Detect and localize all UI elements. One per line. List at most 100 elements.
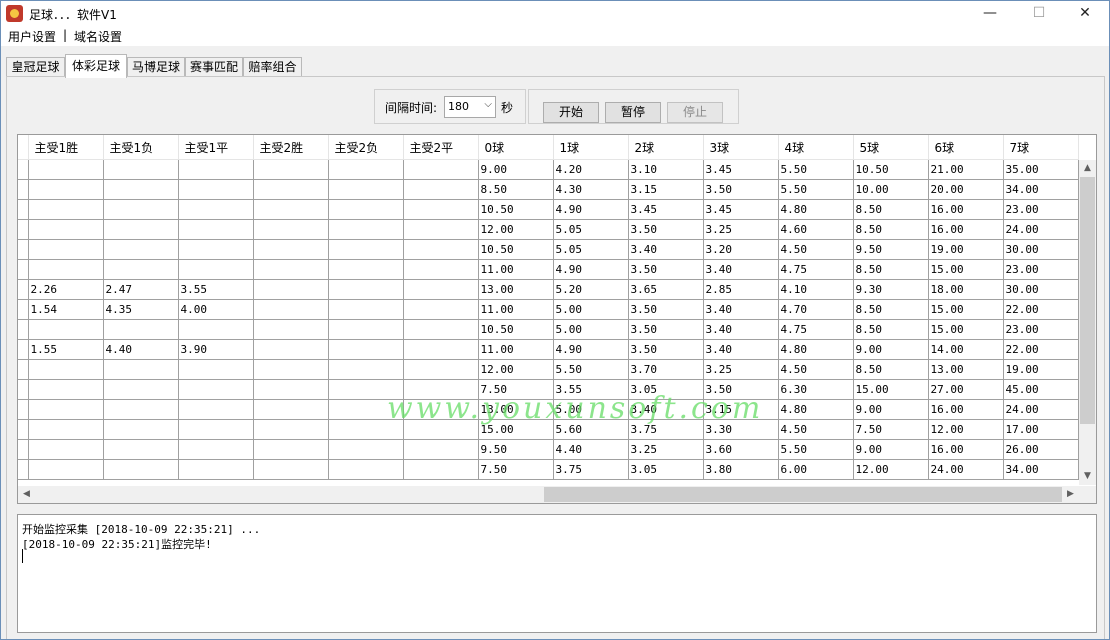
table-cell[interactable]: 30.00 [1003, 239, 1079, 260]
table-cell[interactable]: 5.00 [553, 399, 629, 420]
table-cell[interactable] [178, 179, 254, 200]
row-header[interactable] [18, 259, 29, 280]
table-row[interactable]: 15.00 5.60 3.75 3.30 4.50 7.50 12.00 17.00 [18, 419, 1079, 440]
table-cell[interactable] [178, 379, 254, 400]
table-cell[interactable]: 3.05 [628, 459, 704, 480]
table-cell[interactable] [403, 379, 479, 400]
table-cell[interactable]: 4.90 [553, 199, 629, 220]
table-cell[interactable]: 10.50 [853, 159, 929, 180]
table-cell[interactable] [403, 299, 479, 320]
table-cell[interactable]: 9.30 [853, 279, 929, 300]
table-cell[interactable] [28, 199, 104, 220]
table-row[interactable]: 2.26 2.47 3.55 13.00 5.20 3.65 2.85 4.10 9.30 18.… [18, 279, 1079, 300]
table-cell[interactable]: 16.00 [928, 199, 1004, 220]
column-header[interactable]: 主受2胜 [253, 135, 329, 160]
table-cell[interactable] [403, 439, 479, 460]
table-cell[interactable]: 4.75 [778, 259, 854, 280]
table-cell[interactable] [253, 359, 329, 380]
table-cell[interactable]: 15.00 [928, 319, 1004, 340]
table-cell[interactable]: 15.00 [928, 299, 1004, 320]
table-cell[interactable] [178, 259, 254, 280]
table-cell[interactable] [328, 459, 404, 480]
table-cell[interactable] [253, 199, 329, 220]
pause-button[interactable]: 暂停 [605, 102, 661, 123]
table-row[interactable]: 12.00 5.05 3.50 3.25 4.60 8.50 16.00 24.00 [18, 219, 1079, 240]
row-header[interactable] [18, 179, 29, 200]
title-bar[interactable]: 足球．．．软件V1 — ☐ ✕ [1, 1, 1109, 26]
table-cell[interactable]: 3.55 [553, 379, 629, 400]
table-cell[interactable]: 3.50 [628, 259, 704, 280]
table-cell[interactable] [328, 439, 404, 460]
table-cell[interactable]: 19.00 [928, 239, 1004, 260]
vertical-scroll-thumb[interactable] [1080, 177, 1095, 424]
table-cell[interactable] [103, 239, 179, 260]
table-cell[interactable]: 3.40 [628, 399, 704, 420]
row-header[interactable] [18, 199, 29, 220]
table-cell[interactable]: 4.10 [778, 279, 854, 300]
table-row[interactable]: 12.00 5.50 3.70 3.25 4.50 8.50 13.00 19.00 [18, 359, 1079, 380]
table-cell[interactable]: 9.50 [853, 239, 929, 260]
table-cell[interactable]: 3.40 [703, 319, 779, 340]
table-cell[interactable]: 3.90 [178, 339, 254, 360]
table-cell[interactable] [103, 319, 179, 340]
table-cell[interactable]: 1.54 [28, 299, 104, 320]
table-cell[interactable]: 3.45 [703, 199, 779, 220]
column-header[interactable]: 3球 [703, 135, 779, 160]
table-cell[interactable] [253, 259, 329, 280]
table-cell[interactable]: 24.00 [1003, 219, 1079, 240]
table-cell[interactable]: 15.00 [853, 379, 929, 400]
table-cell[interactable]: 26.00 [1003, 439, 1079, 460]
table-cell[interactable] [253, 219, 329, 240]
table-cell[interactable] [178, 399, 254, 420]
table-cell[interactable]: 3.50 [703, 179, 779, 200]
table-cell[interactable]: 12.00 [478, 359, 554, 380]
table-cell[interactable] [328, 299, 404, 320]
table-cell[interactable]: 24.00 [928, 459, 1004, 480]
table-cell[interactable]: 14.00 [928, 339, 1004, 360]
interval-select[interactable]: 180 ⌵ [444, 96, 496, 118]
table-cell[interactable] [328, 379, 404, 400]
table-cell[interactable] [103, 439, 179, 460]
table-cell[interactable]: 3.40 [703, 259, 779, 280]
table-cell[interactable]: 8.50 [853, 199, 929, 220]
table-cell[interactable] [328, 359, 404, 380]
row-header[interactable] [18, 339, 29, 360]
table-cell[interactable] [253, 299, 329, 320]
table-cell[interactable] [403, 459, 479, 480]
table-cell[interactable]: 5.05 [553, 239, 629, 260]
table-row[interactable]: 8.50 4.30 3.15 3.50 5.50 10.00 20.00 34.00 [18, 179, 1079, 200]
start-button[interactable]: 开始 [543, 102, 599, 123]
log-box[interactable]: 开始监控采集 [2018-10-09 22:35:21] ... [2018-1… [17, 514, 1097, 633]
table-row[interactable]: 13.00 5.00 3.40 3.15 4.80 9.00 16.00 24.00 [18, 399, 1079, 420]
table-cell[interactable] [253, 379, 329, 400]
table-cell[interactable]: 15.00 [928, 259, 1004, 280]
table-cell[interactable]: 4.80 [778, 339, 854, 360]
row-header[interactable] [18, 219, 29, 240]
row-header[interactable] [18, 459, 29, 480]
table-cell[interactable]: 5.50 [553, 359, 629, 380]
column-header[interactable]: 主受2平 [403, 135, 479, 160]
table-cell[interactable]: 8.50 [853, 219, 929, 240]
table-cell[interactable] [28, 439, 104, 460]
table-cell[interactable]: 13.00 [478, 279, 554, 300]
row-header[interactable] [18, 399, 29, 420]
menu-item-user-settings[interactable]: 用户设置 [8, 28, 56, 45]
table-cell[interactable]: 6.30 [778, 379, 854, 400]
table-cell[interactable] [103, 179, 179, 200]
table-cell[interactable] [103, 259, 179, 280]
table-cell[interactable]: 22.00 [1003, 339, 1079, 360]
table-cell[interactable] [28, 379, 104, 400]
table-cell[interactable]: 4.40 [103, 339, 179, 360]
table-cell[interactable] [103, 219, 179, 240]
table-cell[interactable]: 5.50 [778, 179, 854, 200]
table-cell[interactable]: 23.00 [1003, 319, 1079, 340]
table-cell[interactable] [28, 459, 104, 480]
table-cell[interactable] [178, 239, 254, 260]
table-cell[interactable] [28, 359, 104, 380]
table-cell[interactable]: 3.70 [628, 359, 704, 380]
table-cell[interactable]: 22.00 [1003, 299, 1079, 320]
table-cell[interactable]: 3.40 [628, 239, 704, 260]
tab-huangguan[interactable]: 皇冠足球 [6, 57, 65, 77]
table-cell[interactable] [403, 359, 479, 380]
table-cell[interactable] [103, 399, 179, 420]
